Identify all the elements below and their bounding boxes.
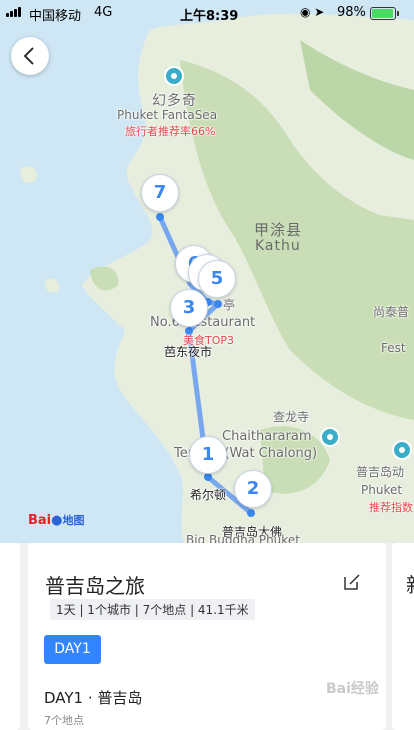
route-marker-3[interactable]: 3 <box>170 289 208 327</box>
fantasea-label-en: Phuket FantaSea <box>117 108 218 122</box>
route-marker-2[interactable]: 2 <box>234 470 272 508</box>
status-time: 上午8:39 <box>180 9 239 24</box>
day-title: DAY1 · 普吉岛 <box>44 689 143 707</box>
right-top-label-en: Fest <box>381 341 406 355</box>
fantasea-label-cn: 幻多奇 <box>152 93 197 109</box>
jiaoting-label: 亭 <box>223 298 236 312</box>
kathu-label-cn: 甲涂县 <box>254 221 303 239</box>
watermark: Bai经验 <box>326 681 379 697</box>
carrier-name: 中国移动 <box>29 9 82 24</box>
fantasea-pin-icon[interactable] <box>164 66 184 86</box>
trip-card-carousel[interactable]: 普吉岛之旅 1天 | 1个城市 | 7个地点 | 41.1千米 DAY1 DAY… <box>0 543 414 730</box>
status-bar: 中国移动 4G 上午8:39 ◉ ➤ 98% <box>0 0 414 26</box>
chevron-left-icon <box>23 47 34 65</box>
trip-card[interactable]: 普吉岛之旅 1天 | 1个城市 | 7个地点 | 41.1千米 DAY1 DAY… <box>28 543 386 730</box>
phuket-right-label-en: Phuket <box>361 483 403 497</box>
hilton-label: 希尔顿 <box>190 488 227 502</box>
trip-summary: 1天 | 1个城市 | 7个地点 | 41.1千米 <box>50 599 255 620</box>
location-arrow-icon: ◉ ➤ <box>300 5 325 19</box>
map-view[interactable]: 幻多奇 Phuket FantaSea 旅行者推荐率66% 甲涂县 Kathu … <box>0 0 414 545</box>
right-top-label-cn: 尚泰普 <box>373 305 410 319</box>
phuket-right-label-cn: 普吉岛动 <box>356 465 405 479</box>
route-marker-7[interactable]: 7 <box>141 174 179 212</box>
chalong-pin-icon[interactable] <box>320 427 340 447</box>
chalong-label-en: Chaithararam <box>222 429 312 444</box>
edit-icon[interactable] <box>342 572 362 592</box>
chalong-label-cn: 查龙寺 <box>273 410 310 424</box>
night-market-label: 芭东夜市 <box>164 345 213 359</box>
kathu-label-en: Kathu <box>255 238 301 254</box>
day-place-count: 7个地点 <box>44 714 84 727</box>
trip-title: 普吉岛之旅 <box>45 574 145 598</box>
battery-percent: 98% <box>337 5 366 20</box>
route-marker-1[interactable]: 1 <box>189 436 227 474</box>
baidu-map-logo: Bai●地图 <box>28 513 85 528</box>
next-card-peek[interactable]: 新 <box>392 543 414 730</box>
next-card-title: 新 <box>406 569 414 598</box>
prev-card-peek[interactable] <box>0 543 20 730</box>
fantasea-rating: 旅行者推荐率66% <box>125 125 216 138</box>
route-marker-5[interactable]: 5 <box>198 260 236 298</box>
network-type: 4G <box>94 5 113 20</box>
phuket-right-rec: 推荐指数 <box>369 501 413 514</box>
back-button[interactable] <box>11 37 49 75</box>
battery-icon <box>370 7 399 20</box>
tab-day1[interactable]: DAY1 <box>44 635 101 664</box>
phuket-zoo-pin-icon[interactable] <box>392 440 412 460</box>
